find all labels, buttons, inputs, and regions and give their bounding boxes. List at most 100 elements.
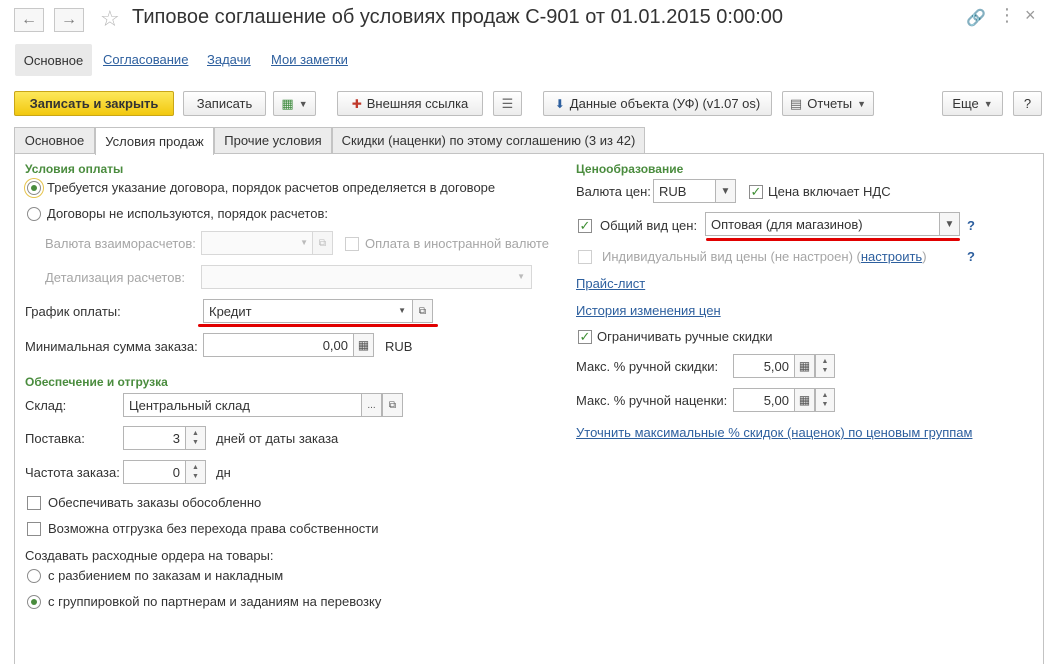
max-markup-label: Макс. % ручной наценки: <box>576 393 728 408</box>
refine-discounts-link[interactable]: Уточнить максимальные % скидок (наценок)… <box>576 425 972 440</box>
forward-arrow-icon: → <box>61 11 77 28</box>
help-button[interactable]: ? <box>1013 91 1042 116</box>
list-button[interactable]: ☰ <box>493 91 522 116</box>
object-data-button[interactable]: ⬇ Данные объекта (УФ) (v1.07 os) <box>543 91 772 116</box>
separate-orders-label[interactable]: Обеспечивать заказы обособленно <box>48 495 261 510</box>
common-price-label[interactable]: Общий вид цен: <box>600 218 697 233</box>
chevron-down-icon[interactable]: ▼ <box>398 306 406 315</box>
max-markup-value: 5,00 <box>763 392 789 408</box>
expense-split-label[interactable]: с разбиением по заказам и накладным <box>48 568 283 583</box>
more-button[interactable]: Еще ▼ <box>942 91 1003 116</box>
delivery-label: Поставка: <box>25 431 85 446</box>
payment-schedule-label: График оплаты: <box>25 304 121 319</box>
delivery-days-field[interactable]: 3 <box>123 426 186 450</box>
warehouse-field[interactable]: Центральный склад <box>123 393 362 417</box>
save-and-close-button[interactable]: Записать и закрыть <box>14 91 174 116</box>
delivery-days-stepper[interactable]: ▲ ▼ <box>186 426 206 450</box>
payment-option-no-contract-label[interactable]: Договоры не используются, порядок расчет… <box>47 206 328 221</box>
min-order-sum-label: Минимальная сумма заказа: <box>25 339 198 354</box>
settlement-currency-open-button: ⧉ <box>312 231 333 255</box>
create-based-on-button[interactable]: ▦ ▼ <box>273 91 316 116</box>
separate-orders-checkbox[interactable] <box>27 496 41 510</box>
limit-manual-discounts-checkbox[interactable]: ✓ <box>578 330 592 344</box>
common-price-value: Оптовая (для магазинов) <box>711 216 863 232</box>
foreign-currency-checkbox <box>345 237 359 251</box>
common-price-checkbox[interactable]: ✓ <box>578 219 592 233</box>
common-price-dropdown[interactable]: ▼ <box>939 212 960 236</box>
warehouse-select-button[interactable]: ... <box>361 393 382 417</box>
max-markup-stepper[interactable]: ▲ ▼ <box>815 388 835 412</box>
min-order-sum-field[interactable]: 0,00 <box>203 333 354 357</box>
price-list-link[interactable]: Прайс-лист <box>576 276 645 291</box>
max-discount-label: Макс. % ручной скидки: <box>576 359 719 374</box>
common-price-field[interactable]: Оптовая (для магазинов) <box>705 212 940 236</box>
back-button[interactable]: ← <box>14 8 44 32</box>
min-order-sum-currency: RUB <box>385 339 413 354</box>
payment-schedule-open-button[interactable]: ⧉ <box>412 299 433 323</box>
settlement-currency-field: ▼ <box>201 231 313 255</box>
settlement-currency-label: Валюта взаиморасчетов: <box>45 236 196 251</box>
limit-manual-discounts-label[interactable]: Ограничивать ручные скидки <box>597 329 773 344</box>
calculator-icon[interactable]: ▦ <box>353 333 374 357</box>
max-discount-stepper[interactable]: ▲ ▼ <box>815 354 835 378</box>
ship-without-ownership-label[interactable]: Возможна отгрузка без перехода права соб… <box>48 521 378 536</box>
expense-group-radio[interactable] <box>27 595 41 609</box>
link-icon[interactable]: 🔗 <box>966 8 986 28</box>
save-button[interactable]: Записать <box>183 91 266 116</box>
reports-label: Отчеты <box>807 96 853 111</box>
order-frequency-field[interactable]: 0 <box>123 460 186 484</box>
price-currency-dropdown[interactable]: ▼ <box>715 179 736 203</box>
close-icon[interactable]: × <box>1025 5 1036 26</box>
external-link-button[interactable]: ✚ Внешняя ссылка <box>337 91 483 116</box>
max-discount-value: 5,00 <box>763 358 789 374</box>
tab-sales-conditions[interactable]: Условия продаж <box>95 127 214 155</box>
settlement-detail-label: Детализация расчетов: <box>45 270 185 285</box>
tab-other-conditions[interactable]: Прочие условия <box>214 127 332 153</box>
order-frequency-stepper[interactable]: ▲ ▼ <box>186 460 206 484</box>
individual-price-setup-link[interactable]: настроить <box>861 249 922 264</box>
section-approval-link[interactable]: Согласование <box>103 52 188 67</box>
chevron-down-icon: ▼ <box>517 272 525 281</box>
price-currency-field[interactable]: RUB <box>653 179 716 203</box>
pricing-group-title: Ценообразование <box>576 162 684 176</box>
payment-option-no-contract-radio[interactable] <box>27 207 41 221</box>
forward-button[interactable]: → <box>54 8 84 32</box>
section-main[interactable]: Основное <box>15 44 92 76</box>
price-history-link[interactable]: История изменения цен <box>576 303 721 318</box>
calculator-icon[interactable]: ▦ <box>794 388 815 412</box>
payment-option-contract-radio[interactable] <box>27 181 41 195</box>
warehouse-value: Центральный склад <box>129 397 250 413</box>
star-icon[interactable]: ☆ <box>100 6 120 32</box>
report-icon: ▤ <box>789 95 803 111</box>
individual-price-help[interactable]: ? <box>967 249 975 264</box>
section-notes-link[interactable]: Мои заметки <box>271 52 348 67</box>
tab-discounts[interactable]: Скидки (наценки) по этому соглашению (3 … <box>332 127 645 153</box>
order-frequency-value: 0 <box>172 464 180 480</box>
max-markup-field[interactable]: 5,00 <box>733 388 795 412</box>
more-vertical-icon[interactable]: ⋮ <box>998 5 1016 26</box>
expense-split-radio[interactable] <box>27 569 41 583</box>
vat-included-checkbox[interactable]: ✓ <box>749 185 763 199</box>
warehouse-open-button[interactable]: ⧉ <box>382 393 403 417</box>
max-discount-field[interactable]: 5,00 <box>733 354 795 378</box>
tab-main[interactable]: Основное <box>14 127 95 153</box>
ship-without-ownership-checkbox[interactable] <box>27 522 41 536</box>
order-frequency-suffix: дн <box>216 465 231 480</box>
payment-schedule-field[interactable]: Кредит ▼ <box>203 299 413 323</box>
calculator-icon[interactable]: ▦ <box>794 354 815 378</box>
settlement-detail-field: ▼ <box>201 265 532 289</box>
highlight-underline <box>706 238 960 241</box>
warehouse-label: Склад: <box>25 398 67 413</box>
delivery-days-value: 3 <box>172 430 180 446</box>
order-frequency-label: Частота заказа: <box>25 465 120 480</box>
payment-group-title: Условия оплаты <box>25 162 124 176</box>
section-tasks-link[interactable]: Задачи <box>207 52 251 67</box>
payment-option-contract-label[interactable]: Требуется указание договора, порядок рас… <box>47 180 495 195</box>
expense-group-label[interactable]: с группировкой по партнерам и заданиям н… <box>48 594 381 609</box>
chevron-down-icon: ▼ <box>300 238 308 247</box>
common-price-help[interactable]: ? <box>967 218 975 233</box>
payment-schedule-value: Кредит <box>209 303 252 319</box>
reports-button[interactable]: ▤ Отчеты ▼ <box>782 91 874 116</box>
vat-included-label[interactable]: Цена включает НДС <box>768 184 891 199</box>
individual-price-checkbox <box>578 250 592 264</box>
